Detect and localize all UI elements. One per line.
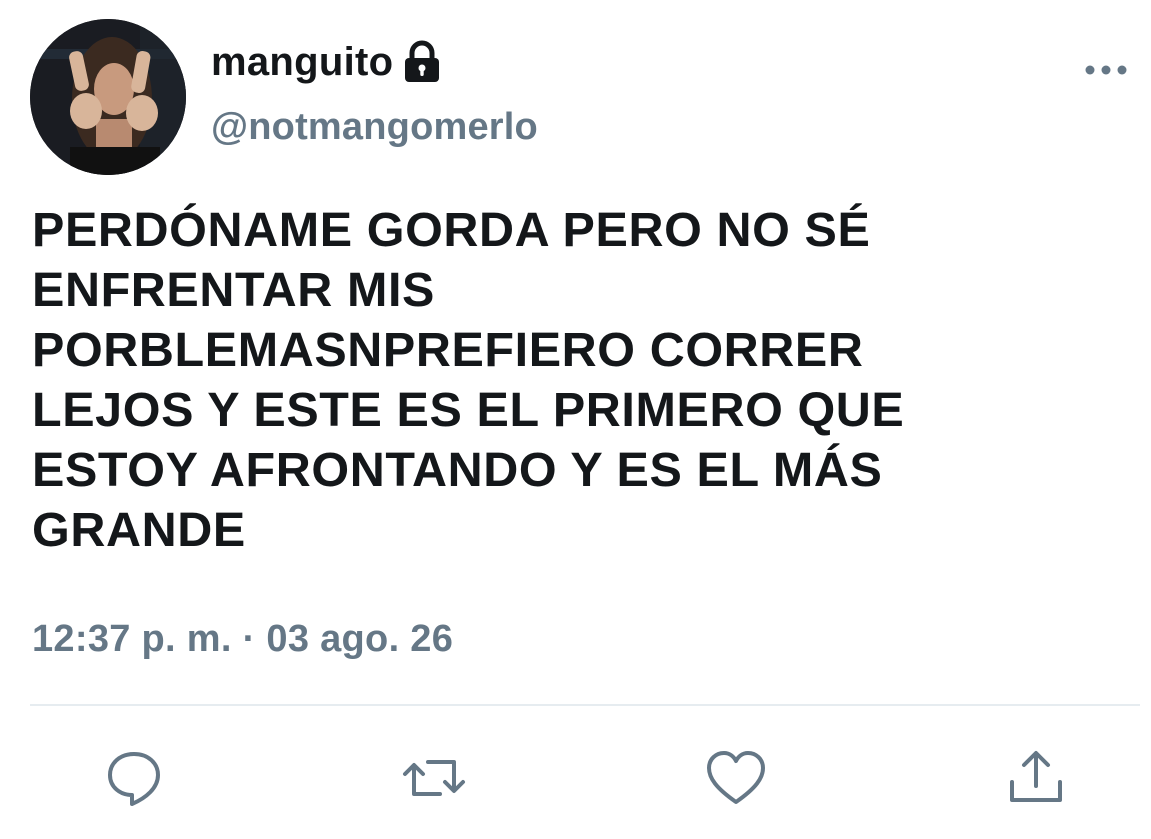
share-button[interactable] (1004, 746, 1068, 810)
avatar[interactable] (30, 19, 186, 175)
tweet-text: PERDÓNAME GORDA PERO NO SÉ ENFRENTAR MIS… (32, 203, 905, 557)
reply-button[interactable] (102, 746, 166, 810)
more-options-icon[interactable] (1084, 58, 1128, 82)
avatar-image (30, 19, 186, 175)
user-handle[interactable]: @notmangomerlo (211, 106, 538, 149)
retweet-icon (403, 760, 465, 796)
tweet-timestamp[interactable]: 12:37 p. m. · 03 ago. 26 (32, 618, 453, 661)
like-button[interactable] (704, 746, 768, 810)
display-name[interactable]: manguito (211, 40, 393, 85)
lock-icon (403, 40, 441, 84)
user-name-row: manguito (211, 38, 441, 86)
divider (30, 704, 1140, 706)
reply-icon (108, 752, 160, 806)
retweet-button[interactable] (402, 746, 466, 810)
like-icon (707, 751, 765, 804)
share-icon (1010, 751, 1062, 802)
